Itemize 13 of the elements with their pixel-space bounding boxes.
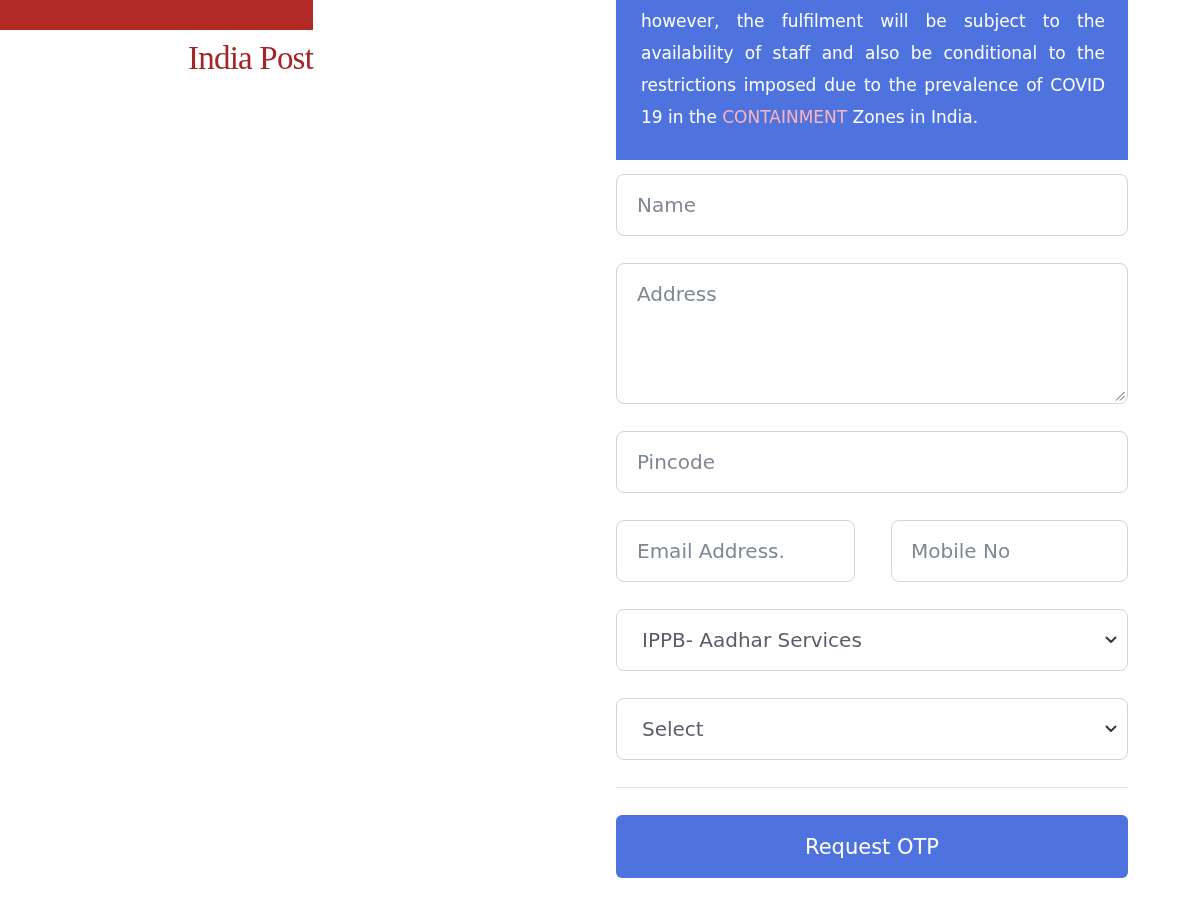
notice-text: however, the fulfilment will be subject to the availability of staff and also be conditional to the restrictions imposed due to the prevalence of COVID 19 in the CONTAINMENT Zones in India. [641,10,1105,129]
request-otp-button[interactable]: Request OTP [616,815,1128,878]
textarea-field[interactable]: Address [616,263,1128,404]
resize-handle-icon[interactable] [1115,391,1125,401]
input-field[interactable]: Email Address. [616,520,855,582]
dropdown-select[interactable]: IPPB- Aadhar Services [616,609,1128,671]
input-field[interactable]: Pincode [616,431,1128,493]
dropdown-select[interactable]: Select [616,698,1128,760]
chevron-icon [1105,725,1117,733]
logo-text: India Post [188,39,313,78]
input-field[interactable]: Name [616,174,1128,236]
input-field[interactable]: Mobile No [891,520,1128,582]
chevron-icon [1105,636,1117,644]
